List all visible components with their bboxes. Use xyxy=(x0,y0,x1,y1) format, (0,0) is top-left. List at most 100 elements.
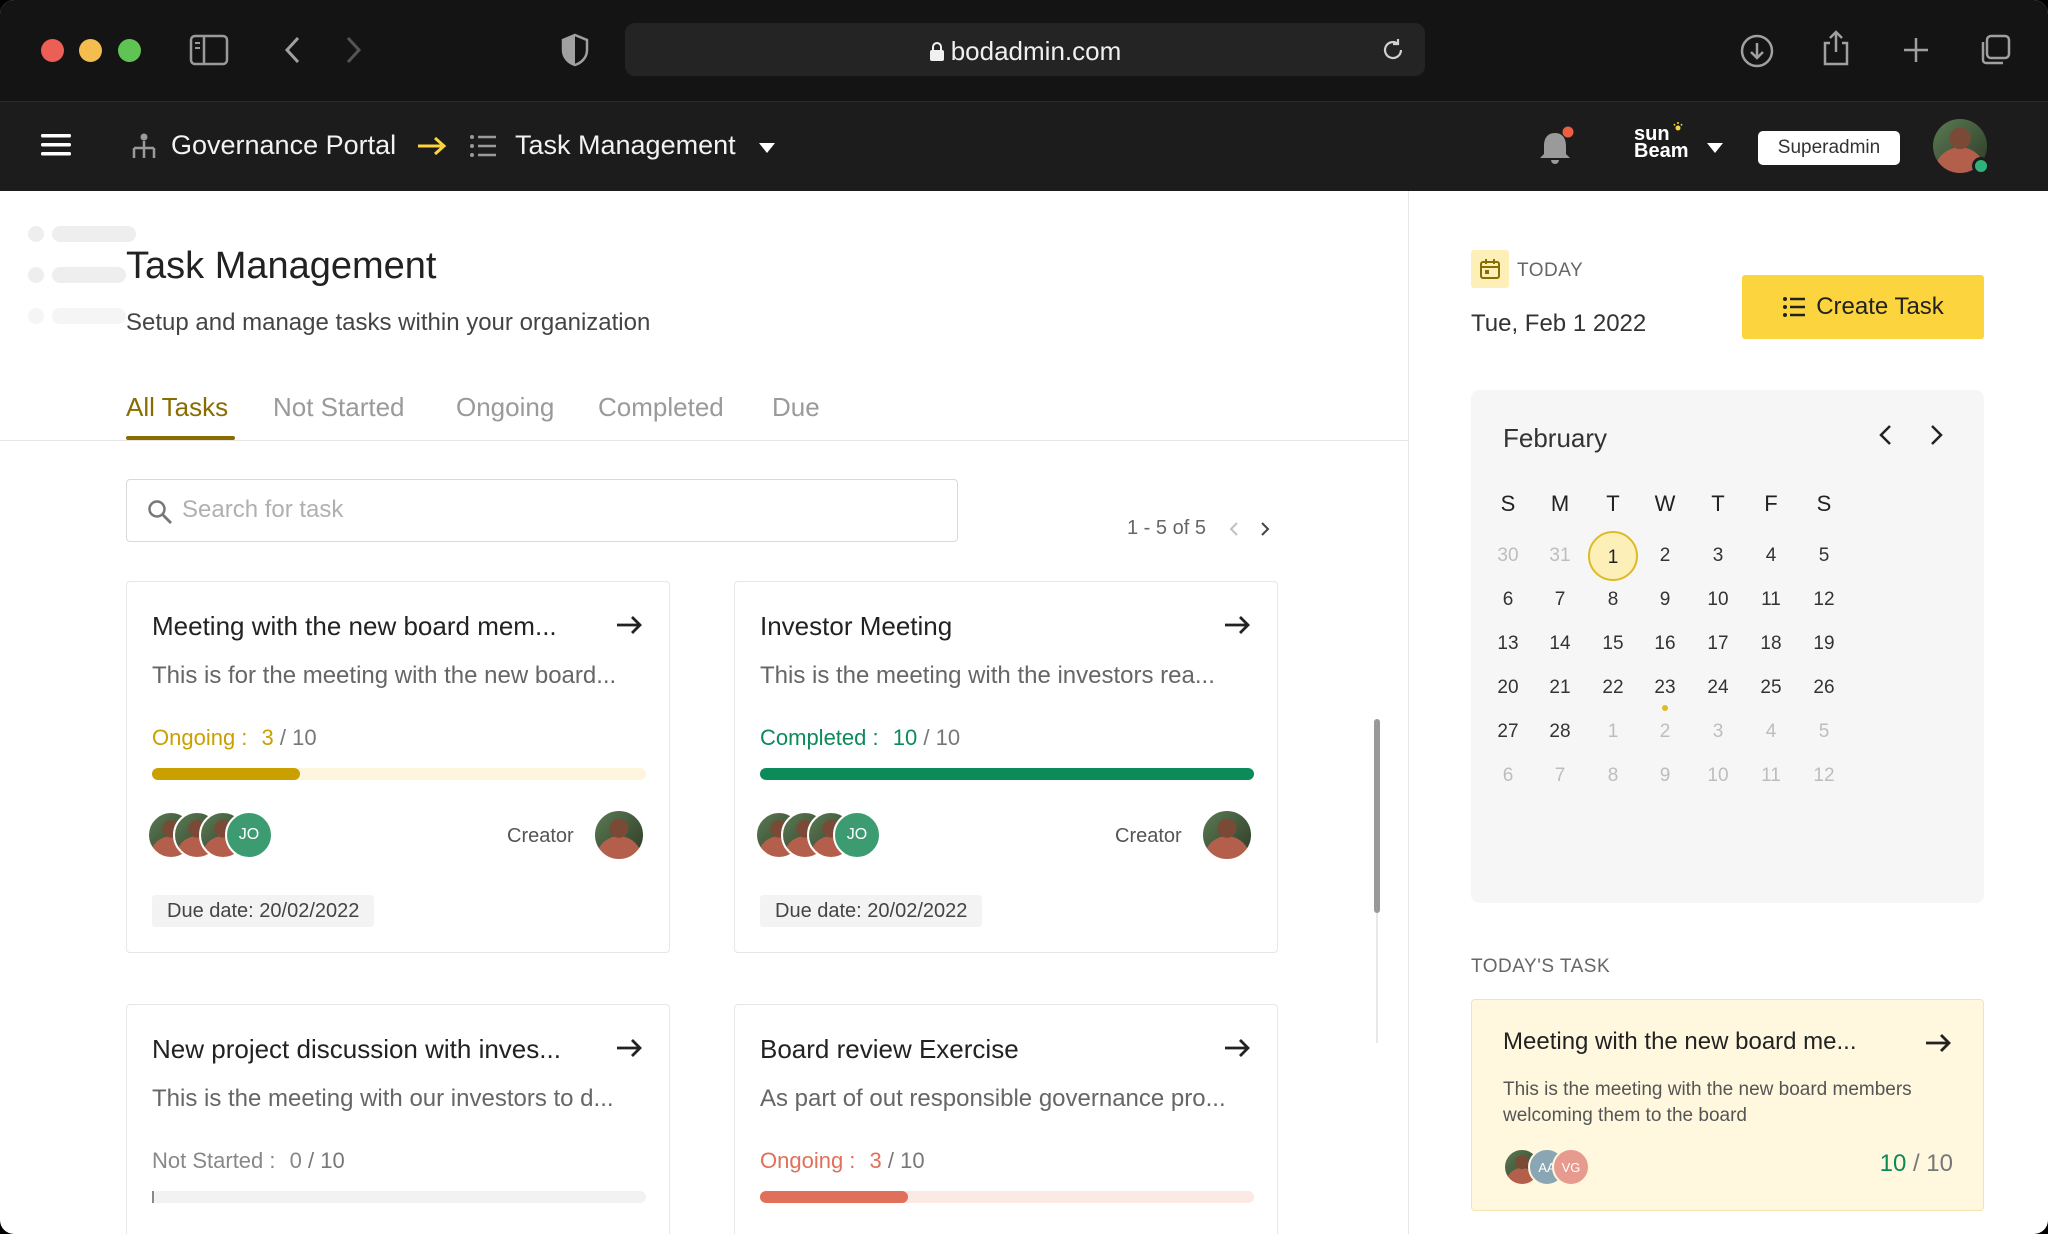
address-bar[interactable]: bodadmin.com xyxy=(625,23,1425,76)
assignee-initials-avatar[interactable]: VG xyxy=(1552,1148,1590,1186)
calendar-day[interactable]: 26 xyxy=(1799,663,1849,713)
calendar-day[interactable]: 5 xyxy=(1799,707,1849,757)
next-page-icon[interactable] xyxy=(1257,518,1273,540)
calendar-day[interactable]: 1 xyxy=(1588,531,1638,581)
due-date-badge: Due date: 20/02/2022 xyxy=(152,895,375,927)
open-task-arrow-icon[interactable] xyxy=(1222,1033,1252,1063)
new-tab-icon[interactable] xyxy=(1900,34,1932,66)
tab-not-started[interactable]: Not Started xyxy=(273,392,405,423)
task-done-count: 0 xyxy=(289,1148,302,1173)
calendar-day[interactable]: 6 xyxy=(1483,751,1533,801)
calendar-day[interactable]: 19 xyxy=(1799,619,1849,669)
calendar-day[interactable]: 5 xyxy=(1799,531,1849,581)
calendar-next-icon[interactable] xyxy=(1921,420,1951,450)
calendar-day[interactable]: 12 xyxy=(1799,575,1849,625)
calendar-day[interactable]: 1 xyxy=(1588,707,1638,757)
calendar-day[interactable]: 20 xyxy=(1483,663,1533,713)
calendar-day[interactable]: 7 xyxy=(1535,575,1585,625)
calendar-day[interactable]: 21 xyxy=(1535,663,1585,713)
calendar-day[interactable]: 11 xyxy=(1746,751,1796,801)
scrollbar-track[interactable] xyxy=(1376,913,1378,1043)
progress-fill xyxy=(152,768,301,780)
org-logo[interactable]: sun Beam xyxy=(1634,122,1690,170)
calendar-day[interactable]: 22 xyxy=(1588,663,1638,713)
task-status-label: Ongoing : xyxy=(760,1148,856,1173)
assignee-initials-avatar[interactable]: JO xyxy=(833,811,881,859)
prev-page-icon[interactable] xyxy=(1226,518,1242,540)
calendar-day[interactable]: 15 xyxy=(1588,619,1638,669)
calendar-day[interactable]: 10 xyxy=(1693,575,1743,625)
calendar-day[interactable]: 3 xyxy=(1693,531,1743,581)
search-box[interactable] xyxy=(126,479,958,542)
calendar-day[interactable]: 11 xyxy=(1746,575,1796,625)
user-avatar[interactable] xyxy=(1933,119,1990,175)
creator-avatar[interactable] xyxy=(1201,809,1253,861)
tab-due[interactable]: Due xyxy=(772,392,820,423)
calendar-prev-icon[interactable] xyxy=(1871,420,1901,450)
tab-overview-icon[interactable] xyxy=(1977,32,2013,68)
tab-ongoing[interactable]: Ongoing xyxy=(456,392,554,423)
forward-icon[interactable] xyxy=(338,33,368,67)
calendar-day[interactable]: 2 xyxy=(1640,707,1690,757)
calendar-day[interactable]: 25 xyxy=(1746,663,1796,713)
task-card[interactable]: Meeting with the new board mem... This i… xyxy=(126,581,670,953)
task-progress-text: Completed : 10 / 10 xyxy=(760,725,960,751)
reload-icon[interactable] xyxy=(1379,36,1407,64)
tab-completed[interactable]: Completed xyxy=(598,392,724,423)
calendar-day[interactable]: 27 xyxy=(1483,707,1533,757)
calendar-day[interactable]: 12 xyxy=(1799,751,1849,801)
calendar-day[interactable]: 14 xyxy=(1535,619,1585,669)
search-input[interactable] xyxy=(182,496,922,524)
breadcrumb-portal[interactable]: Governance Portal xyxy=(171,130,396,161)
calendar-day[interactable]: 17 xyxy=(1693,619,1743,669)
task-card[interactable]: Board review Exercise As part of out res… xyxy=(734,1004,1278,1234)
open-task-arrow-icon[interactable] xyxy=(1222,610,1252,640)
maximize-window-button[interactable] xyxy=(118,39,141,62)
breadcrumb-section[interactable]: Task Management xyxy=(515,130,736,161)
calendar-day[interactable]: 10 xyxy=(1693,751,1743,801)
download-icon[interactable] xyxy=(1739,33,1775,69)
calendar-day[interactable]: 8 xyxy=(1588,751,1638,801)
back-icon[interactable] xyxy=(278,33,308,67)
share-icon[interactable] xyxy=(1820,28,1852,68)
task-total-count: / 10 xyxy=(887,1148,925,1173)
task-card[interactable]: New project discussion with inves... Thi… xyxy=(126,1004,670,1234)
minimize-window-button[interactable] xyxy=(79,39,102,62)
open-task-arrow-icon[interactable] xyxy=(614,610,644,640)
calendar-day[interactable]: 4 xyxy=(1746,707,1796,757)
calendar-day[interactable]: 13 xyxy=(1483,619,1533,669)
calendar-day[interactable]: 4 xyxy=(1746,531,1796,581)
org-dropdown-icon[interactable] xyxy=(1704,140,1726,156)
skeleton-bar xyxy=(52,267,126,283)
calendar-day[interactable]: 2 xyxy=(1640,531,1690,581)
calendar-day[interactable]: 16 xyxy=(1640,619,1690,669)
notifications-bell-icon[interactable] xyxy=(1535,124,1575,168)
scrollbar-thumb[interactable] xyxy=(1374,719,1380,913)
weekday-header: S xyxy=(1816,491,1832,516)
tab-all-tasks[interactable]: All Tasks xyxy=(126,392,228,423)
shield-icon[interactable] xyxy=(560,32,590,68)
calendar-day[interactable]: 31 xyxy=(1535,531,1585,581)
calendar-day[interactable]: 6 xyxy=(1483,575,1533,625)
create-task-button[interactable]: Create Task xyxy=(1742,275,1984,339)
calendar-day[interactable]: 24 xyxy=(1693,663,1743,713)
section-dropdown-icon[interactable] xyxy=(756,140,778,156)
todays-task-card[interactable]: Meeting with the new board me... This is… xyxy=(1471,999,1984,1211)
calendar-day[interactable]: 30 xyxy=(1483,531,1533,581)
calendar-day[interactable]: 9 xyxy=(1640,575,1690,625)
calendar-day[interactable]: 9 xyxy=(1640,751,1690,801)
assignee-initials-avatar[interactable]: JO xyxy=(225,811,273,859)
close-window-button[interactable] xyxy=(41,39,64,62)
calendar-day[interactable]: 28 xyxy=(1535,707,1585,757)
sidebar-toggle-icon[interactable] xyxy=(188,33,230,67)
open-task-arrow-icon[interactable] xyxy=(614,1033,644,1063)
task-card[interactable]: Investor Meeting This is the meeting wit… xyxy=(734,581,1278,953)
open-task-arrow-icon[interactable] xyxy=(1923,1028,1953,1058)
task-title: New project discussion with inves... xyxy=(152,1034,561,1064)
calendar-day[interactable]: 18 xyxy=(1746,619,1796,669)
menu-icon[interactable] xyxy=(38,130,74,160)
calendar-day[interactable]: 8 xyxy=(1588,575,1638,625)
calendar-day[interactable]: 7 xyxy=(1535,751,1585,801)
creator-avatar[interactable] xyxy=(593,809,645,861)
calendar-day[interactable]: 3 xyxy=(1693,707,1743,757)
